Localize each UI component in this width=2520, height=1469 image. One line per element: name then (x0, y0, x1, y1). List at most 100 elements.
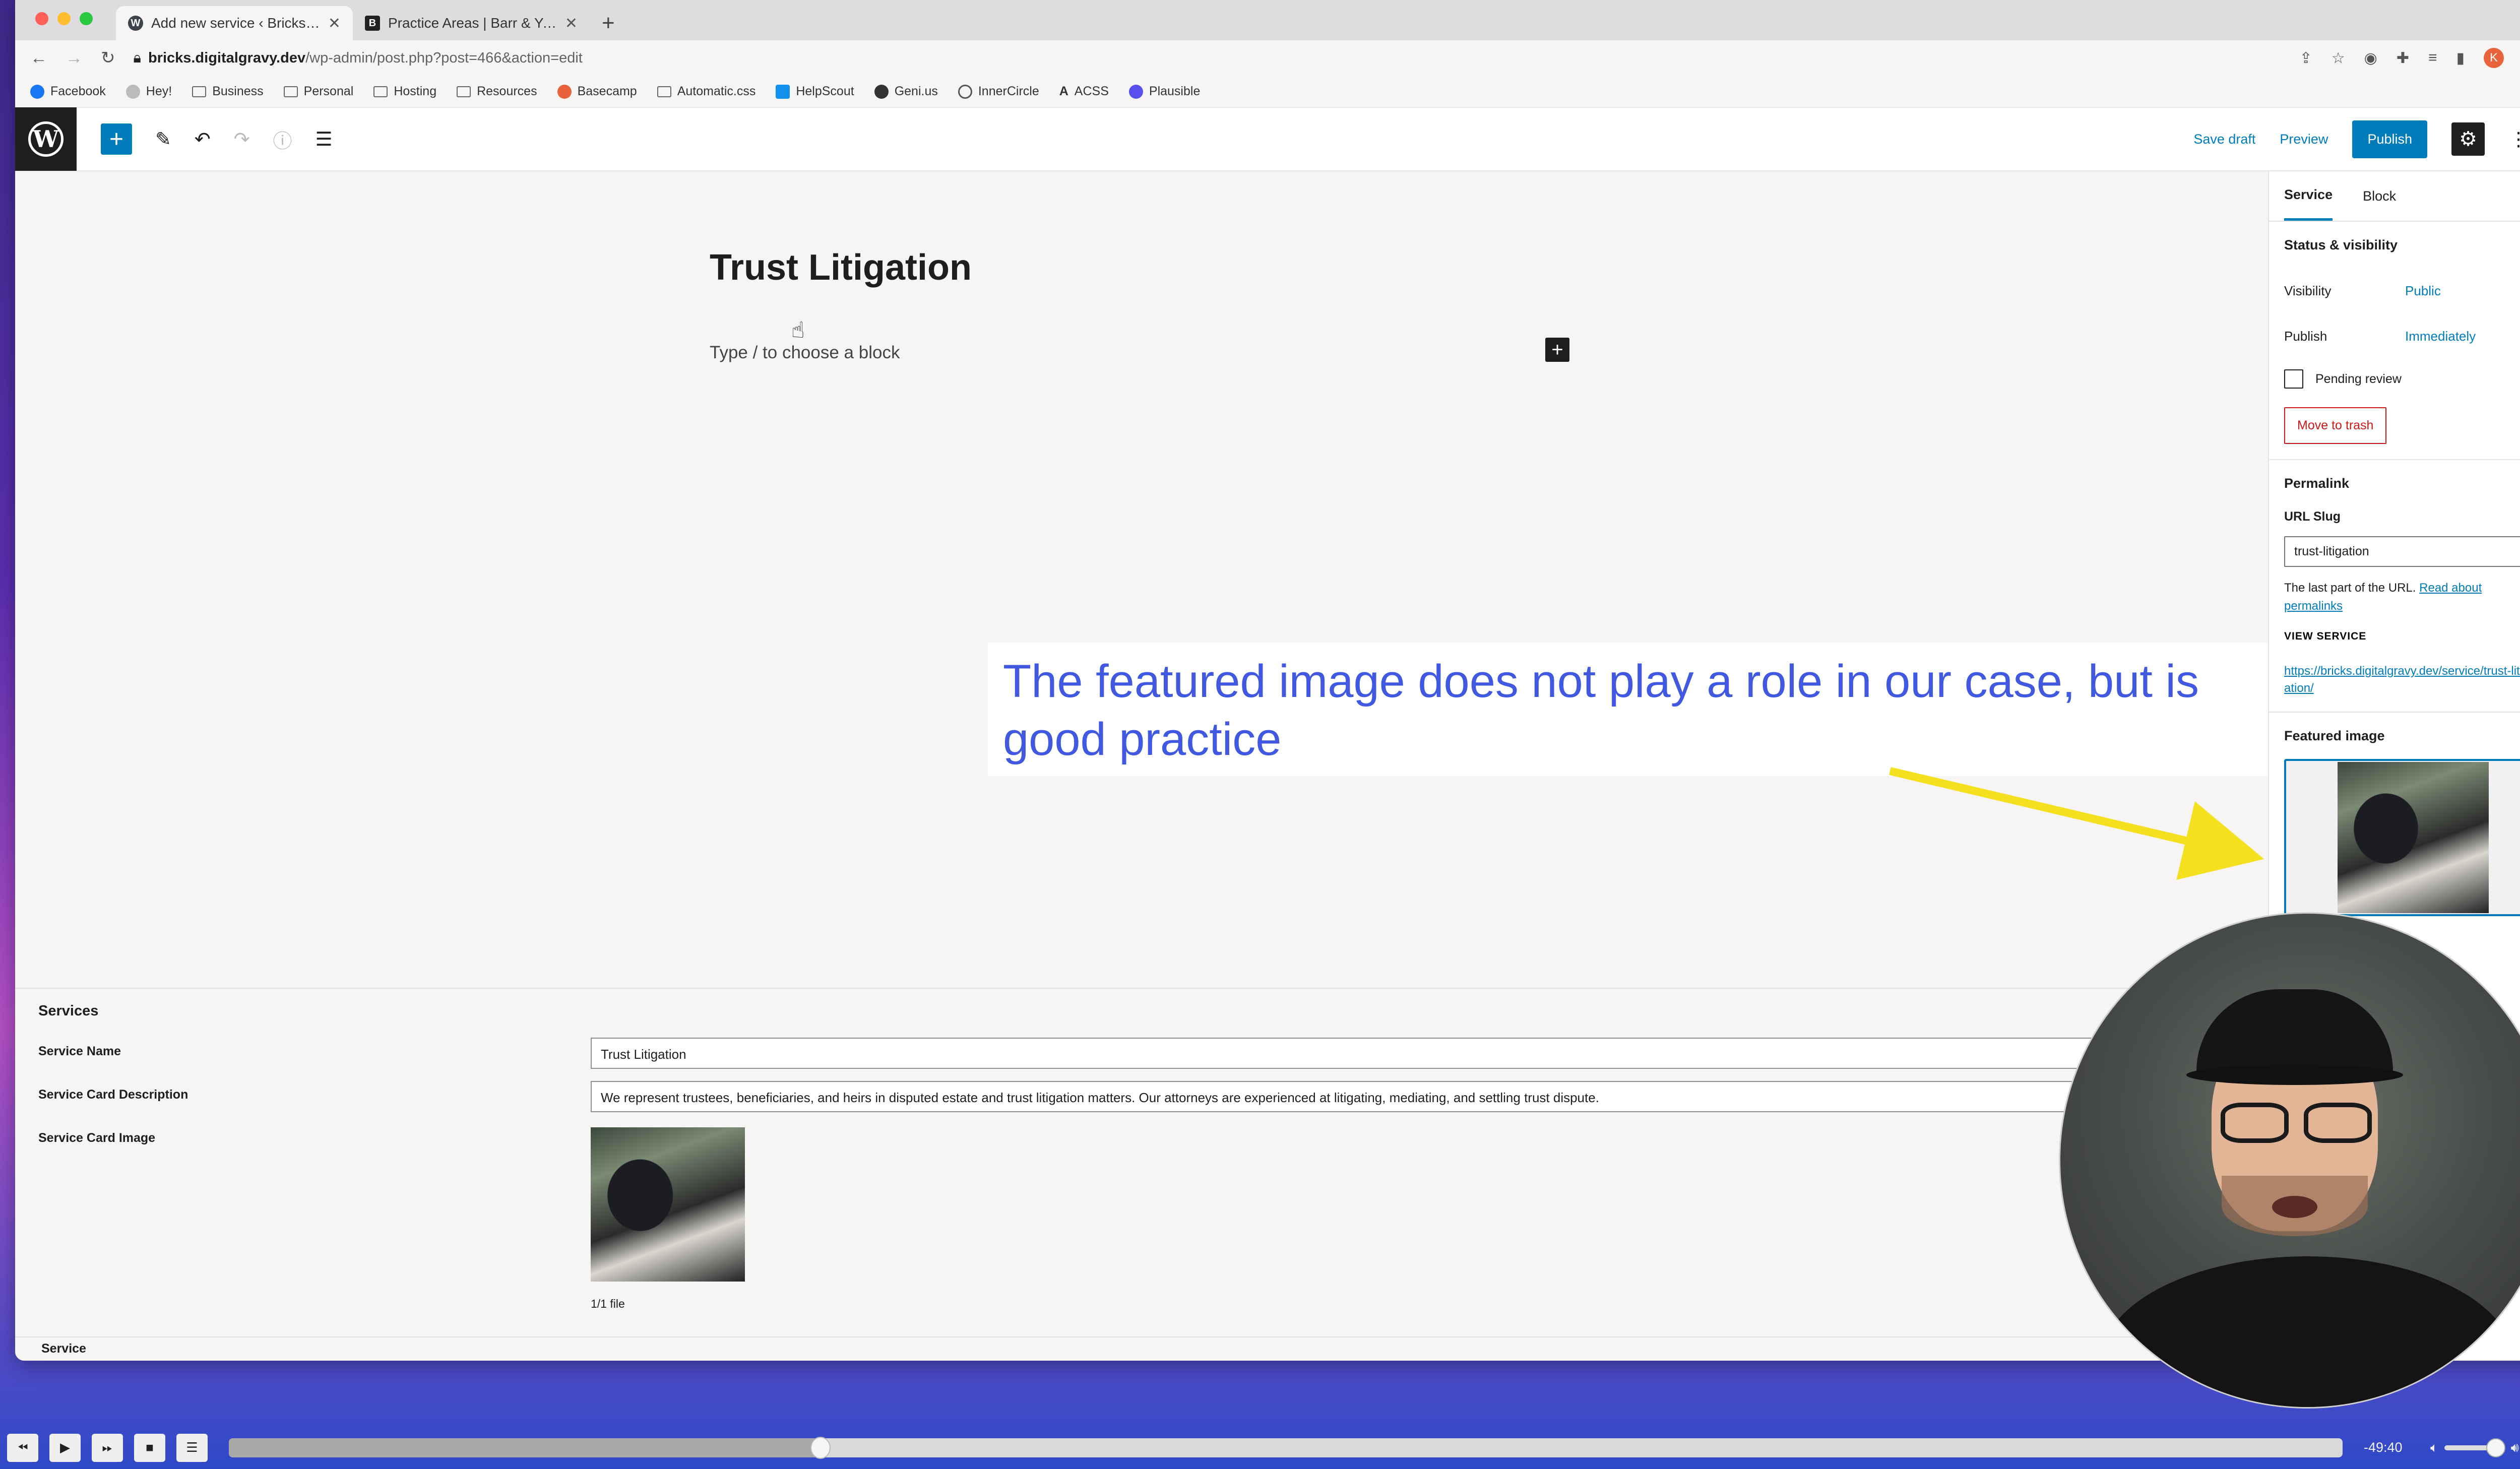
bookmark-label: Resources (477, 84, 537, 98)
reload-icon[interactable]: ↻ (101, 48, 115, 68)
list-view-icon[interactable]: ☰ (316, 128, 333, 151)
service-card-description-label: Service Card Description (38, 1088, 188, 1102)
profile-avatar[interactable]: K (2484, 48, 2504, 68)
sidebar-tabs: Service Block ✕ (2269, 171, 2520, 222)
close-tab-icon[interactable]: ✕ (565, 15, 578, 32)
block-placeholder[interactable]: Type / to choose a block (710, 343, 900, 363)
featured-image-preview[interactable] (2284, 759, 2520, 917)
tab-block[interactable]: Block (2363, 171, 2396, 221)
url-field[interactable]: 🔒︎ bricks.digitalgravy.dev/wp-admin/post… (134, 50, 2282, 67)
folder-icon (373, 86, 388, 97)
publish-button[interactable]: Publish (2352, 120, 2427, 158)
bookmark-label: HelpScout (796, 84, 854, 98)
publish-date-value[interactable]: Immediately (2405, 329, 2476, 344)
bookmark-automatic-css[interactable]: Automatic.css (657, 84, 756, 99)
acss-icon: A (1059, 84, 1068, 98)
bookmark-facebook[interactable]: Facebook (30, 84, 106, 99)
save-draft-button[interactable]: Save draft (2193, 132, 2255, 147)
bookmark-business[interactable]: Business (192, 84, 264, 99)
video-player-controls: ⏪︎ ▶ ⏩︎ ■ ☰ -49:40 🔈︎ 🔊︎ ⤢ (0, 1426, 2520, 1469)
reading-list-icon[interactable]: ≡ (2428, 49, 2437, 67)
browser-tab-active[interactable]: W Add new service ‹ Bricks — W ✕ (116, 6, 353, 40)
fast-forward-button[interactable]: ⏩︎ (92, 1433, 123, 1462)
visibility-value[interactable]: Public (2405, 283, 2441, 299)
new-tab-button[interactable]: + (590, 6, 627, 40)
minimize-window-button[interactable] (57, 12, 71, 25)
back-arrow-icon[interactable]: ← (30, 48, 47, 68)
forward-arrow-icon[interactable]: → (66, 48, 83, 68)
permalink-help-text: The last part of the URL. (2284, 581, 2416, 595)
playlist-button[interactable]: ☰ (176, 1433, 208, 1462)
volume-high-icon[interactable]: 🔊︎ (2511, 1440, 2519, 1456)
add-block-button[interactable]: + (1545, 338, 1569, 362)
stop-button[interactable]: ■ (134, 1433, 165, 1462)
maximize-window-button[interactable] (80, 12, 93, 25)
volume-control: 🔈︎ 🔊︎ (2430, 1438, 2519, 1457)
progress-track[interactable] (229, 1436, 2343, 1459)
address-bar: ← → ↻ 🔒︎ bricks.digitalgravy.dev/wp-admi… (15, 40, 2520, 76)
view-service-label: VIEW SERVICE (2284, 630, 2367, 642)
bookmark-genius[interactable]: Geni.us (874, 84, 938, 99)
share-icon[interactable]: ⇪ (2300, 49, 2312, 67)
bookmark-label: Automatic.css (677, 84, 756, 98)
url-slug-input[interactable]: trust-litigation (2284, 536, 2520, 567)
services-metabox: Services Service Name Trust Litigation S… (15, 988, 2268, 1361)
permalink-panel: URL Slug trust-litigation The last part … (2269, 509, 2520, 712)
pending-review-checkbox[interactable] (2284, 369, 2303, 389)
bookmark-personal[interactable]: Personal (283, 84, 353, 99)
bookmarks-bar: Facebook Hey! Business Personal Hosting … (15, 76, 2520, 108)
publish-label: Publish (2284, 328, 2327, 344)
options-menu-icon[interactable]: ⋮ (2509, 128, 2520, 151)
rewind-button[interactable]: ⏪︎ (7, 1433, 38, 1462)
bookmark-label: Geni.us (894, 84, 938, 98)
bookmark-hosting[interactable]: Hosting (373, 84, 436, 99)
volume-knob[interactable] (2486, 1438, 2505, 1457)
globe-icon (874, 84, 889, 99)
bookmark-resources[interactable]: Resources (457, 84, 537, 99)
puzzle-extensions-icon[interactable]: ✚ (2397, 49, 2409, 67)
post-title[interactable]: Trust Litigation (710, 247, 972, 288)
service-card-image-thumbnail[interactable] (591, 1127, 745, 1282)
featured-image-toggle[interactable]: Featured image ⌃ (2269, 713, 2520, 759)
tab-service[interactable]: Service (2284, 171, 2333, 221)
move-to-trash-button[interactable]: Move to trash (2284, 407, 2387, 444)
extension-icon[interactable]: ◉ (2364, 49, 2377, 67)
tab-title: Practice Areas | Barr & Young A (388, 15, 557, 31)
browser-tab[interactable]: B Practice Areas | Barr & Young A ✕ (353, 6, 590, 40)
details-info-icon[interactable]: ⓘ (273, 125, 292, 153)
redo-icon[interactable]: ↷ (234, 128, 250, 151)
status-visibility-toggle[interactable]: Status & visibility ⌃ (2269, 222, 2520, 268)
service-card-description-input[interactable]: We represent trustees, beneficiaries, an… (591, 1081, 2113, 1112)
undo-icon[interactable]: ↶ (195, 128, 211, 151)
volume-low-icon[interactable]: 🔈︎ (2430, 1440, 2438, 1456)
presenter-cap-bill (2186, 1065, 2403, 1085)
bookmark-helpscout[interactable]: HelpScout (776, 84, 854, 99)
bookmark-basecamp[interactable]: Basecamp (557, 84, 637, 99)
bookmark-star-icon[interactable]: ☆ (2332, 49, 2345, 67)
preview-button[interactable]: Preview (2280, 132, 2328, 147)
view-service-link[interactable]: https://bricks.digitalgravy.dev/service/… (2284, 663, 2520, 696)
progress-knob[interactable] (810, 1436, 831, 1459)
wordpress-logo[interactable]: W (15, 107, 77, 171)
bookmark-acss[interactable]: A ACSS (1059, 84, 1109, 99)
bookmark-innercircle[interactable]: InnerCircle (958, 84, 1039, 99)
close-window-button[interactable] (35, 12, 48, 25)
wordpress-icon: W (28, 121, 64, 157)
panel-heading: Permalink (2284, 475, 2350, 491)
service-name-input[interactable]: Trust Litigation (591, 1038, 2113, 1069)
block-inserter-button[interactable]: + (101, 123, 132, 155)
settings-gear-icon[interactable]: ⚙ (2451, 122, 2485, 156)
bookmark-label: Business (212, 84, 264, 98)
play-button[interactable]: ▶ (49, 1433, 81, 1462)
bookmark-label: ACSS (1074, 84, 1109, 98)
bookmark-label: Hosting (394, 84, 437, 98)
volume-track[interactable] (2444, 1438, 2505, 1457)
close-tab-icon[interactable]: ✕ (328, 15, 341, 32)
edit-pencil-icon[interactable]: ✎ (155, 128, 171, 151)
permalink-toggle[interactable]: Permalink ⌃ (2269, 460, 2520, 506)
bookmark-label: Facebook (50, 84, 106, 98)
side-panel-icon[interactable]: ▮ (2456, 49, 2465, 67)
bookmark-hey[interactable]: Hey! (125, 84, 172, 99)
browser-actions: ⇪ ☆ ◉ ✚ ≡ ▮ K ⋮ (2300, 48, 2520, 68)
bookmark-plausible[interactable]: Plausible (1128, 84, 1200, 99)
